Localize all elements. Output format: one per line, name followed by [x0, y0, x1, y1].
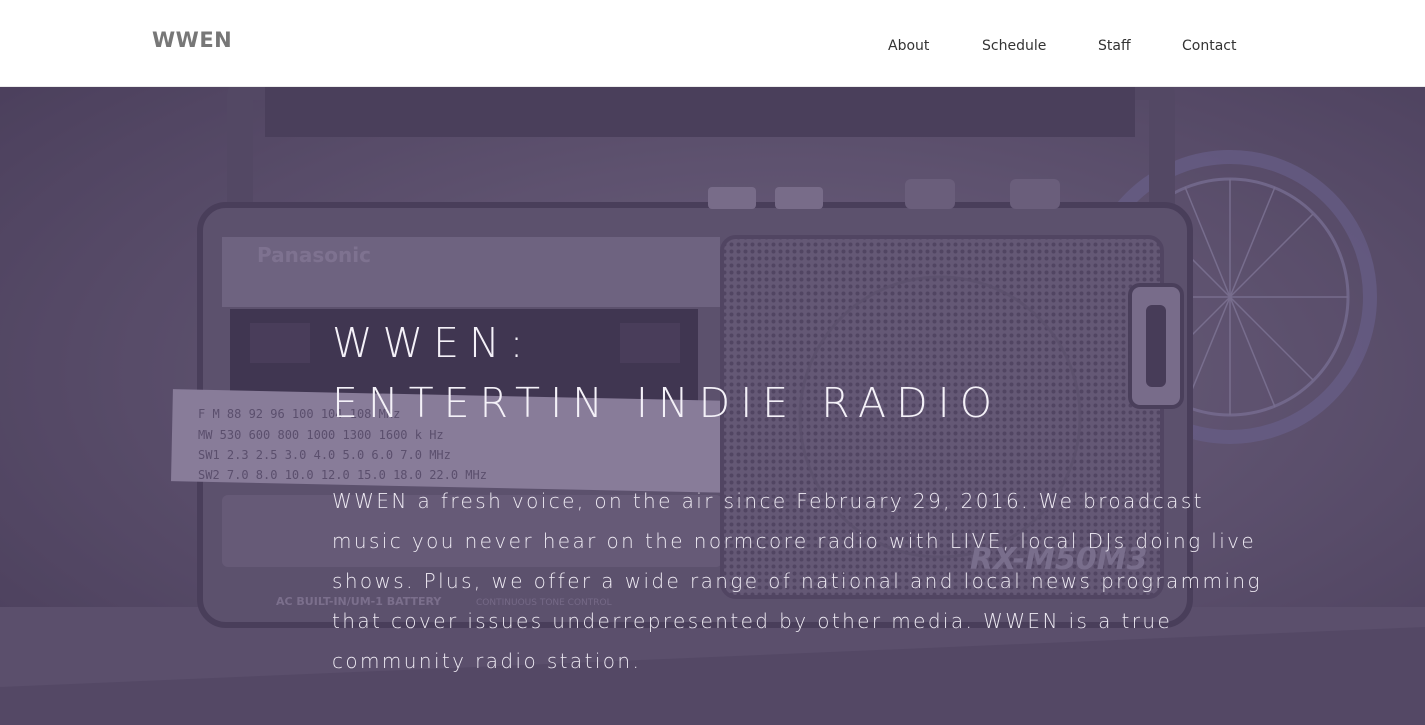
main-nav: About Schedule Staff Contact	[0, 38, 1425, 58]
hero-title-line-2: ENTERTIN INDIE RADIO	[332, 379, 1003, 427]
hero-title: WWEN: ENTERTIN INDIE RADIO	[332, 313, 1232, 433]
site-header: WWEN About Schedule Staff Contact	[0, 0, 1425, 87]
nav-link-staff[interactable]: Staff	[1098, 38, 1131, 54]
hero-section: Panasonic F M 88 92 96 100 104 108 MHz M…	[0, 87, 1425, 725]
nav-link-contact[interactable]: Contact	[1182, 38, 1236, 54]
hero-description: WWEN a fresh voice, on the air since Feb…	[332, 489, 1262, 673]
hero-title-line-1: WWEN:	[332, 319, 534, 367]
nav-link-about[interactable]: About	[888, 38, 929, 54]
nav-link-schedule[interactable]: Schedule	[982, 38, 1046, 54]
